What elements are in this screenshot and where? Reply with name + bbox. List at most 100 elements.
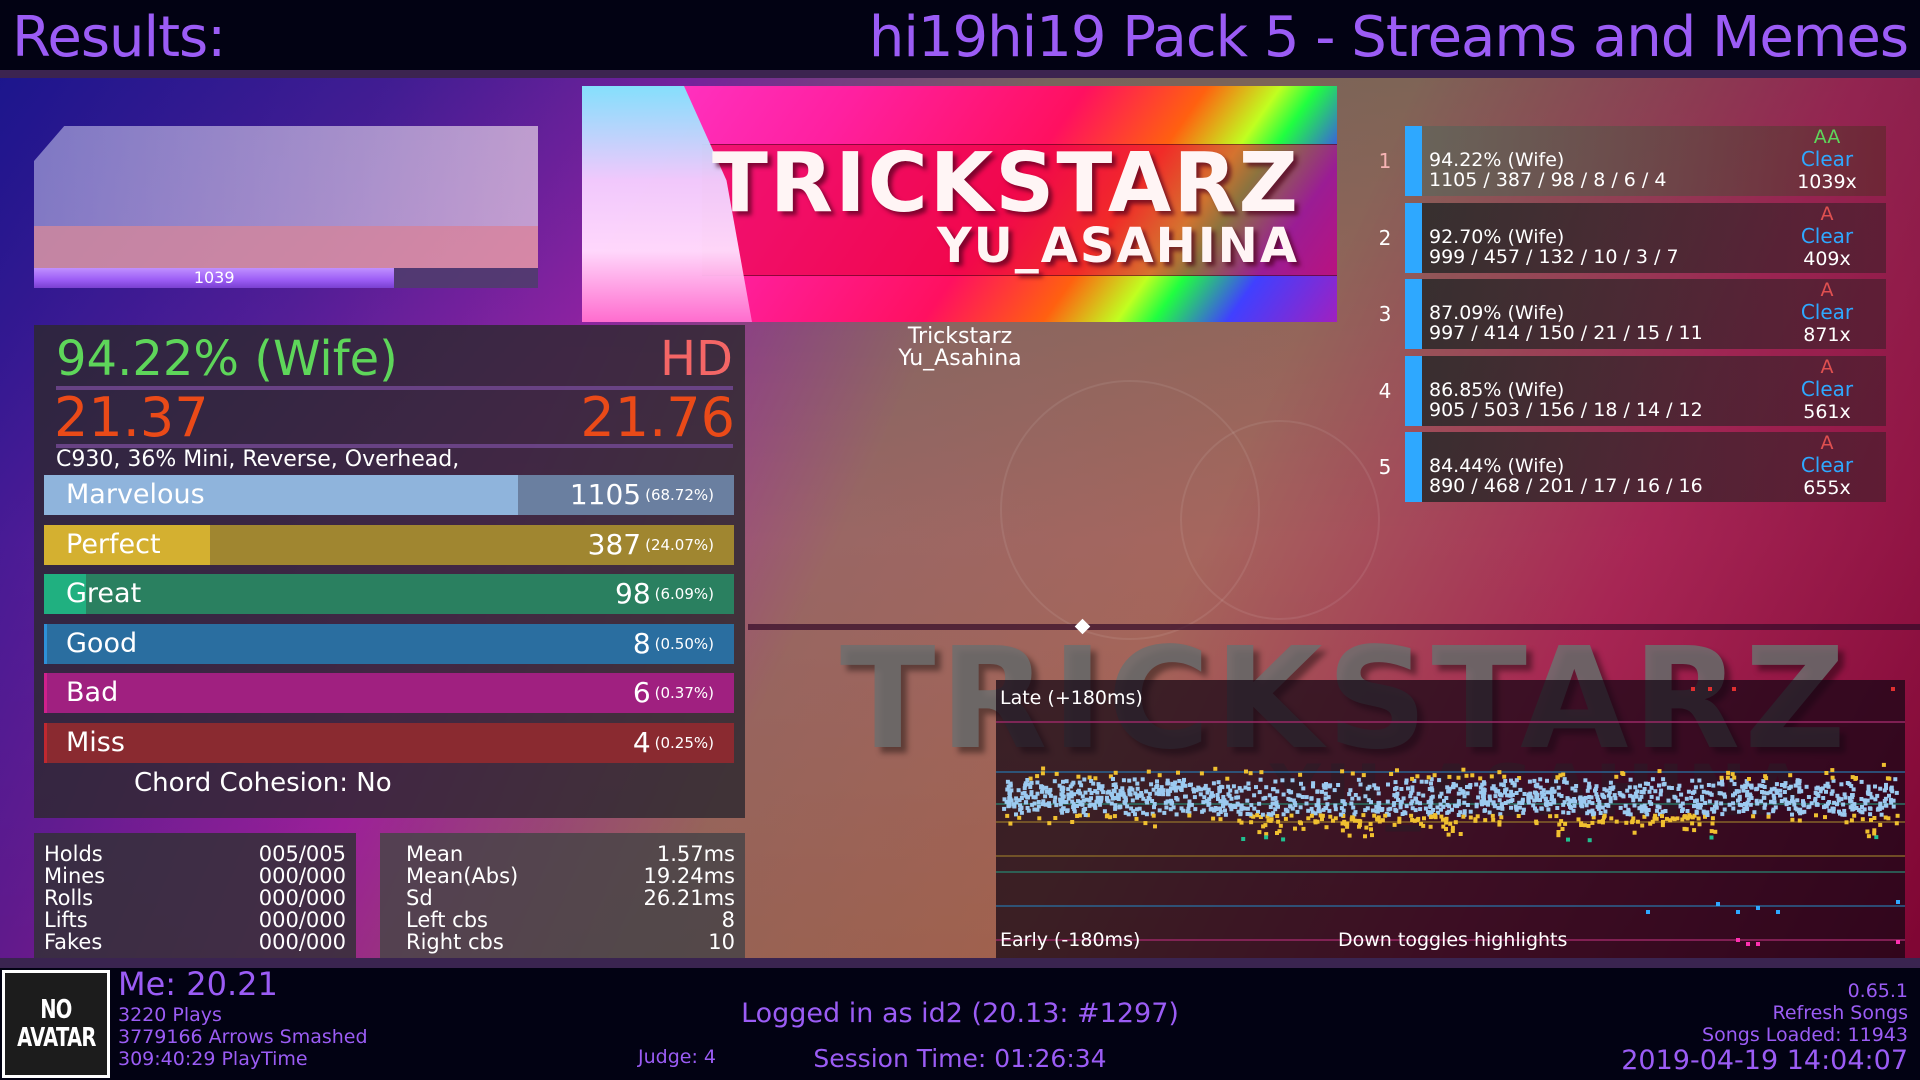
offset-point [1737, 797, 1742, 802]
offset-point [1626, 807, 1631, 812]
offset-point [1221, 795, 1226, 799]
offset-point [1213, 766, 1218, 771]
offset-point [1183, 794, 1187, 799]
offset-point [1653, 813, 1658, 818]
offset-point [1178, 786, 1183, 791]
radar-stats-panel: Holds 005/005 Mines 000/000 Rolls 000/000 L… [34, 833, 356, 958]
offset-point [1053, 795, 1058, 800]
offset-point [1490, 813, 1495, 818]
offset-point [1418, 801, 1422, 806]
offset-point [1461, 767, 1466, 772]
offset-point [1801, 799, 1805, 804]
offset-point [1566, 837, 1570, 842]
offset-point [1790, 817, 1795, 822]
offset-point [1244, 769, 1248, 774]
offset-point [1198, 792, 1203, 797]
offset-point [1603, 809, 1608, 814]
scoreboard-entry[interactable]: 3 87.09% (Wife) 997 / 414 / 150 / 21 / 1… [1365, 279, 1905, 349]
offset-point [1509, 778, 1513, 783]
offset-point [1370, 808, 1375, 813]
offset-point [1895, 813, 1900, 818]
offset-point [1685, 809, 1690, 813]
offset-point [1336, 783, 1341, 787]
offset-point [1736, 789, 1741, 794]
login-status: Logged in as id2 (20.13: #1297) [741, 998, 1179, 1029]
stat-label: Left cbs [406, 908, 489, 932]
offset-point [1518, 787, 1523, 792]
offset-point [1891, 798, 1896, 803]
offset-point [1503, 790, 1507, 795]
offset-point [1393, 794, 1398, 799]
offset-point [1587, 795, 1592, 799]
offset-point [1386, 782, 1390, 787]
offset-point [1736, 938, 1740, 942]
offset-point [1095, 798, 1100, 803]
offset-point [1699, 784, 1704, 789]
offset-point [1814, 813, 1818, 818]
highlight-hint: Down toggles highlights [1338, 929, 1568, 951]
clear-type-indicator [1405, 279, 1422, 349]
offset-point [1223, 812, 1228, 817]
difficulty-label: HD [659, 331, 733, 387]
offset-point [1538, 777, 1543, 782]
offset-point [1648, 821, 1653, 826]
offset-point [1675, 798, 1680, 803]
offset-point [1752, 810, 1757, 815]
offset-point [1487, 794, 1492, 799]
offset-point [1709, 835, 1714, 840]
offset-point [1320, 789, 1324, 794]
offset-point [1372, 813, 1377, 818]
offset-point [1655, 804, 1660, 809]
offset-point [1109, 801, 1114, 806]
offset-point [1410, 785, 1415, 790]
offset-point [1333, 807, 1338, 812]
offset-point [1053, 816, 1058, 820]
offset-point [1452, 803, 1457, 808]
offset-point [1510, 798, 1515, 803]
offset-point [1111, 777, 1115, 781]
offset-point [1192, 789, 1196, 794]
offset-point [1224, 800, 1229, 805]
judgment-percent: (6.09%) [654, 585, 714, 604]
offset-point [1850, 807, 1855, 812]
scoreboard-entry[interactable]: 5 84.44% (Wife) 890 / 468 / 201 / 17 / 1… [1365, 432, 1905, 502]
offset-point [1376, 786, 1380, 791]
offset-point [1153, 824, 1157, 829]
offset-point [1776, 910, 1780, 914]
offset-point [1379, 808, 1384, 813]
offset-point [1759, 799, 1764, 804]
offset-point [1132, 777, 1137, 782]
offset-point [1528, 791, 1533, 796]
offset-point [1102, 809, 1107, 814]
offset-point [1600, 805, 1605, 810]
scoreboard-entry[interactable]: 1 94.22% (Wife) 1105 / 387 / 98 / 8 / 6 … [1365, 126, 1905, 196]
offset-point [1388, 806, 1393, 811]
offset-point [1464, 773, 1469, 778]
offset-point [1035, 791, 1040, 796]
offset-point [1874, 835, 1879, 840]
offset-point [1175, 797, 1180, 802]
offset-point [1693, 785, 1698, 790]
offset-point [1428, 804, 1433, 809]
offset-point [1385, 799, 1390, 804]
score-judgments: 999 / 457 / 132 / 10 / 3 / 7 [1429, 245, 1679, 268]
offset-point [1631, 816, 1636, 821]
refresh-songs-button[interactable]: Refresh Songs [1773, 1002, 1908, 1024]
score-clear-type: Clear [1800, 453, 1854, 477]
offset-point [1152, 805, 1156, 810]
offset-point [1376, 801, 1381, 805]
offset-point [1866, 834, 1871, 839]
scoreboard-entry[interactable]: 4 86.85% (Wife) 905 / 503 / 156 / 18 / 1… [1365, 355, 1905, 426]
offset-point [1872, 831, 1877, 836]
offset-point [1682, 814, 1687, 819]
offset-plot[interactable]: Late (+180ms) Early (-180ms) Down toggle… [996, 680, 1905, 958]
offset-point [1133, 812, 1137, 817]
offset-point [1356, 796, 1361, 801]
offset-point [1231, 784, 1236, 789]
offset-point [1733, 791, 1737, 796]
offset-point [1554, 814, 1559, 819]
offset-point [1760, 784, 1765, 788]
offset-point [1747, 777, 1751, 781]
judgment-percent: (0.50%) [654, 634, 714, 653]
scoreboard-entry[interactable]: 2 92.70% (Wife) 999 / 457 / 132 / 10 / 3… [1365, 202, 1905, 273]
